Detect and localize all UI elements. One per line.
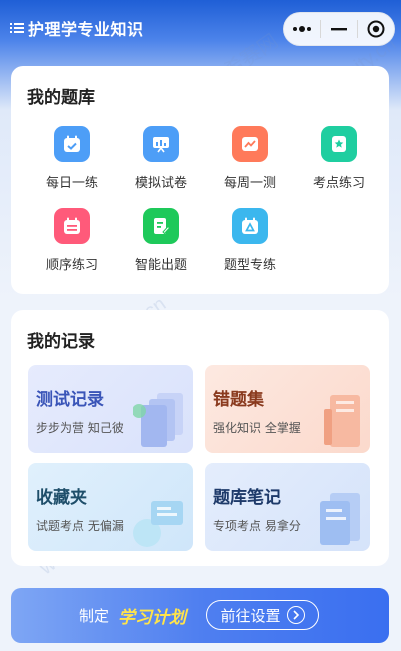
banner-prefix: 制定	[79, 607, 110, 625]
tile-sequential-practice[interactable]: 顺序练习	[32, 208, 112, 273]
tile-label: 智能出题	[134, 258, 187, 273]
go-settings-label: 前往设置	[220, 606, 281, 625]
panel-subtitle: 步步为营 知己彼	[36, 421, 124, 435]
tile-label: 顺序练习	[45, 258, 98, 273]
tile-label: 每日一练	[45, 176, 98, 191]
miniprogram-capsule	[283, 12, 395, 46]
more-button[interactable]	[284, 12, 320, 46]
question-bank-card: 我的题库 每日一练 模拟试卷 每周一测 考点练习 顺序练习 智能出题 题型专练	[11, 66, 389, 294]
header-title-group[interactable]: 护理学专业知识	[10, 16, 144, 40]
list-icon	[10, 23, 24, 33]
panel-title: 收藏夹	[36, 488, 87, 508]
panel-subtitle: 试题考点 无偏漏	[36, 519, 124, 533]
app-header: 护理学专业知识	[0, 0, 401, 56]
section-title: 我的记录	[27, 332, 95, 352]
panel-title: 错题集	[213, 390, 264, 410]
section-title: 我的题库	[27, 88, 95, 108]
tile-label: 模拟试卷	[134, 176, 187, 191]
question-notes-panel[interactable]: 题库笔记 专项考点 易拿分	[205, 463, 370, 551]
panel-title: 测试记录	[36, 390, 104, 410]
panel-title: 题库笔记	[213, 488, 281, 508]
tile-topic-practice[interactable]: 考点练习	[299, 126, 379, 191]
tile-weekly-test[interactable]: 每周一测	[210, 126, 290, 191]
close-button[interactable]	[358, 12, 394, 46]
more-dots-icon	[293, 26, 311, 32]
tile-label: 考点练习	[312, 176, 365, 191]
records-card: 我的记录 测试记录 步步为营 知己彼 错题集 强化知识 全掌握 收藏夹 试题考点…	[11, 310, 389, 566]
test-records-panel[interactable]: 测试记录 步步为营 知己彼	[28, 365, 193, 453]
presentation-icon	[143, 126, 179, 162]
target-icon	[367, 20, 385, 38]
wrong-questions-panel[interactable]: 错题集 强化知识 全掌握	[205, 365, 370, 453]
tile-mock-exam[interactable]: 模拟试卷	[121, 126, 201, 191]
tile-smart-questions[interactable]: 智能出题	[121, 208, 201, 273]
documents-stack-icon	[133, 393, 183, 447]
folder-icon	[133, 501, 183, 547]
tile-label: 每周一测	[223, 176, 276, 191]
study-plan-banner[interactable]: 制定 学习计划 前往设置	[11, 588, 389, 643]
go-settings-button[interactable]: 前往设置	[206, 600, 319, 630]
banner-highlight: 学习计划	[118, 608, 186, 628]
favorites-panel[interactable]: 收藏夹 试题考点 无偏漏	[28, 463, 193, 551]
tile-question-type-practice[interactable]: 题型专练	[210, 208, 290, 273]
document-edit-icon	[143, 208, 179, 244]
star-badge-icon	[321, 126, 357, 162]
notes-icon	[320, 493, 360, 545]
panel-subtitle: 专项考点 易拿分	[213, 519, 301, 533]
tile-daily-practice[interactable]: 每日一练	[32, 126, 112, 191]
page-title: 护理学专业知识	[28, 20, 144, 39]
notebook-icon	[324, 395, 360, 447]
calendar-list-icon	[54, 208, 90, 244]
minimize-button[interactable]	[321, 12, 357, 46]
chart-icon	[232, 126, 268, 162]
tile-label: 题型专练	[223, 258, 276, 273]
calendar-check-icon	[54, 126, 90, 162]
minus-icon	[331, 28, 347, 31]
triangle-calendar-icon	[232, 208, 268, 244]
chevron-right-circle-icon	[286, 606, 305, 624]
panel-subtitle: 强化知识 全掌握	[213, 421, 301, 435]
